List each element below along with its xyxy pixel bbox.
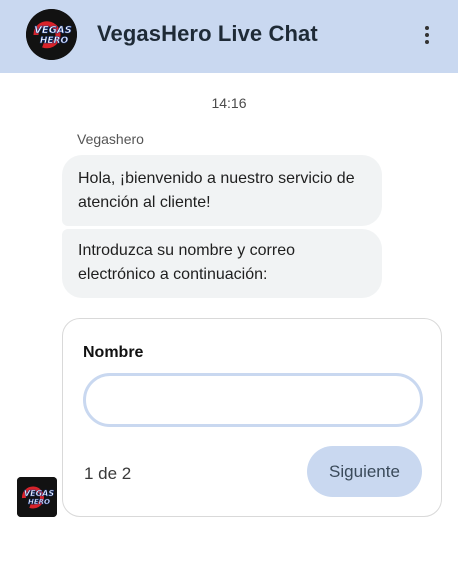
agent-avatar: VEGAS HERO — [17, 477, 57, 517]
svg-text:HERO: HERO — [40, 36, 69, 46]
more-vertical-icon[interactable] — [412, 20, 442, 50]
next-button[interactable]: Siguiente — [307, 446, 422, 497]
chat-header: VEGAS HERO VegasHero Live Chat — [0, 0, 458, 73]
svg-text:HERO: HERO — [28, 498, 50, 506]
name-field-label: Nombre — [83, 344, 144, 361]
sender-name: Vegashero — [77, 131, 144, 147]
message-timestamp: 14:16 — [211, 95, 247, 111]
svg-text:VEGAS: VEGAS — [34, 25, 72, 36]
form-step-indicator: 1 de 2 — [84, 464, 132, 483]
contact-form-card: Nombre 1 de 2 Siguiente — [62, 318, 442, 517]
chat-message-bubble: Introduzca su nombre y correo electrónic… — [62, 229, 382, 298]
name-input[interactable] — [83, 373, 423, 427]
vegashero-logo: VEGAS HERO — [26, 9, 77, 60]
chat-message-bubble: Hola, ¡bienvenido a nuestro servicio de … — [62, 155, 382, 226]
chat-title: VegasHero Live Chat — [97, 21, 318, 46]
svg-text:VEGAS: VEGAS — [24, 489, 54, 498]
